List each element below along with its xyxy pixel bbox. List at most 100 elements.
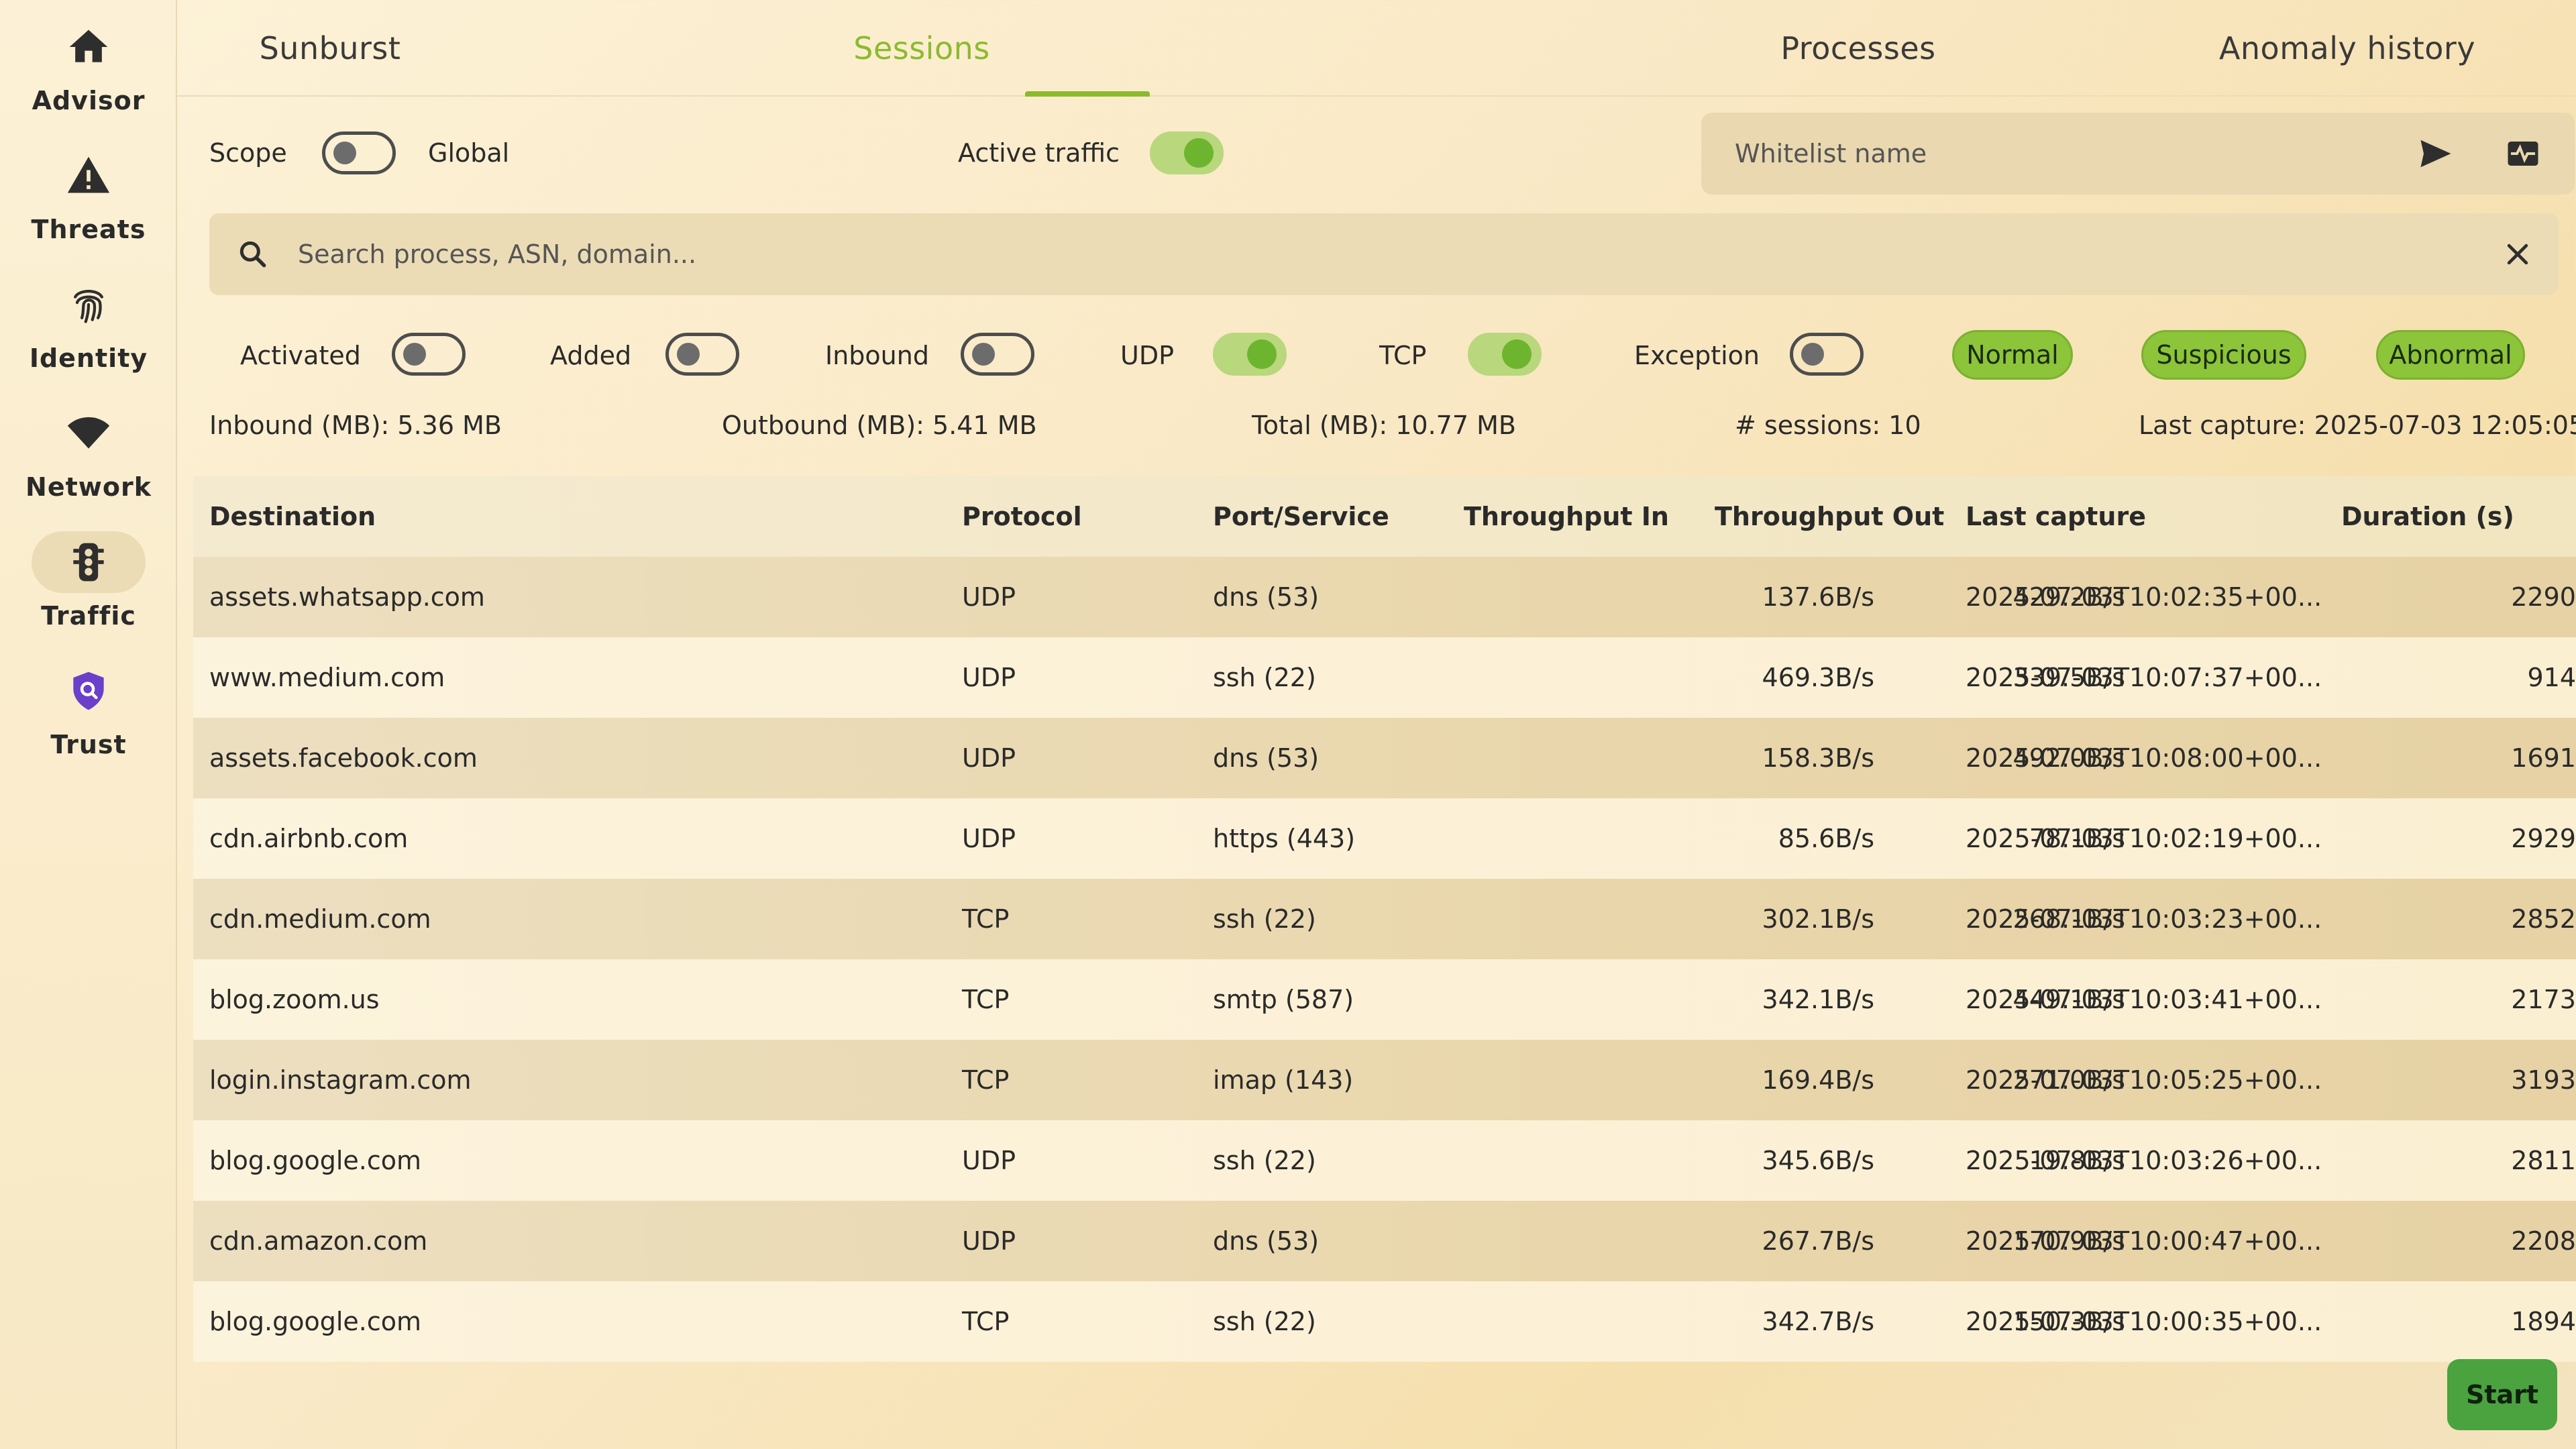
last-capture-stat: Last capture: 2025-07-03 12:05:05 <box>2139 411 2576 440</box>
column-header-throughput-out[interactable]: Throughput Out <box>1715 476 1944 557</box>
sidebar-item-traffic[interactable]: Traffic <box>0 531 177 645</box>
column-header-protocol[interactable]: Protocol <box>962 476 1082 557</box>
column-header-throughput-in[interactable]: Throughput In <box>1464 476 1669 557</box>
port-cell: smtp (587) <box>1213 985 1354 1014</box>
protocol-cell: TCP <box>962 904 1010 934</box>
throughput-in-cell: 342.7B/s <box>1762 1307 1874 1336</box>
port-cell: dns (53) <box>1213 743 1320 773</box>
send-icon[interactable] <box>2412 131 2459 176</box>
duration-cell: 1894 <box>2511 1307 2576 1336</box>
duration-cell: 2173 <box>2511 985 2576 1014</box>
duration-cell: 2290 <box>2511 582 2576 612</box>
sidebar-item-trust[interactable]: Trust <box>0 660 177 774</box>
added-filter-label: Added <box>550 341 632 370</box>
sidebar-item-advisor[interactable]: Advisor <box>0 16 177 130</box>
port-cell: ssh (22) <box>1213 1307 1316 1336</box>
activated-toggle[interactable] <box>392 333 466 376</box>
search-input[interactable] <box>298 213 2377 295</box>
clear-search-icon[interactable] <box>2497 233 2538 275</box>
tab-processes[interactable]: Processes <box>1597 0 2120 97</box>
scope-toggle[interactable] <box>322 131 396 174</box>
whitelist-field <box>1701 113 2575 195</box>
sessions-table: Destination Protocol Port/Service Throug… <box>193 476 2576 1362</box>
table-row[interactable]: cdn.amazon.com UDP dns (53) 267.7B/s 170.9B/… <box>193 1201 2576 1281</box>
added-toggle[interactable] <box>665 333 739 376</box>
table-row[interactable]: cdn.medium.com TCP ssh (22) 302.1B/s 268.1B/… <box>193 879 2576 959</box>
throughput-in-cell: 137.6B/s <box>1762 582 1874 612</box>
last-capture-cell: 2025-07-03T10:02:35+00... <box>1966 582 2322 612</box>
toggle-knob <box>403 343 426 366</box>
last-capture-cell: 2025-07-03T10:03:26+00... <box>1966 1146 2322 1175</box>
whitelist-name-input[interactable] <box>1735 113 2406 195</box>
session-count-stat: # sessions: 10 <box>1735 411 1921 440</box>
table-row[interactable]: assets.facebook.com UDP dns (53) 158.3B/s 49… <box>193 718 2576 798</box>
protocol-cell: UDP <box>962 824 1016 853</box>
destination-cell: www.medium.com <box>209 663 445 692</box>
active-traffic-label: Active traffic <box>958 138 1120 168</box>
outbound-stat: Outbound (MB): 5.41 MB <box>722 411 1037 440</box>
sidebar-item-label: Advisor <box>32 86 146 115</box>
throughput-in-cell: 169.4B/s <box>1762 1065 1874 1095</box>
sidebar-item-identity[interactable]: Identity <box>0 274 177 388</box>
active-tab-indicator <box>1025 91 1150 97</box>
protocol-cell: UDP <box>962 663 1016 692</box>
table-row[interactable]: assets.whatsapp.com UDP dns (53) 137.6B/s 42… <box>193 557 2576 637</box>
last-capture-cell: 2025-07-03T10:00:47+00... <box>1966 1226 2322 1256</box>
toggle-knob <box>677 343 700 366</box>
tab-sessions[interactable]: Sessions <box>781 0 1063 97</box>
destination-cell: assets.facebook.com <box>209 743 478 773</box>
table-row[interactable]: cdn.airbnb.com UDP https (443) 85.6B/s 78.1B… <box>193 798 2576 879</box>
toggle-knob <box>1801 343 1824 366</box>
scope-value-label: Global <box>428 138 510 168</box>
tab-sunburst[interactable]: Sunburst <box>177 0 483 97</box>
column-header-destination[interactable]: Destination <box>209 476 376 557</box>
last-capture-cell: 2025-07-03T10:03:23+00... <box>1966 904 2322 934</box>
inbound-stat: Inbound (MB): 5.36 MB <box>209 411 502 440</box>
search-icon <box>232 233 274 275</box>
table-row[interactable]: www.medium.com UDP ssh (22) 469.3B/s 339.5B/… <box>193 637 2576 718</box>
normal-filter-button[interactable]: Normal <box>1952 330 2073 380</box>
udp-toggle[interactable] <box>1213 333 1287 376</box>
tcp-toggle[interactable] <box>1468 333 1542 376</box>
udp-filter-label: UDP <box>1120 341 1174 370</box>
duration-cell: 2811 <box>2511 1146 2576 1175</box>
destination-cell: blog.google.com <box>209 1146 422 1175</box>
port-cell: imap (143) <box>1213 1065 1354 1095</box>
tab-anomaly-history[interactable]: Anomaly history <box>2136 0 2559 97</box>
protocol-cell: UDP <box>962 582 1016 612</box>
toggle-knob <box>1502 339 1532 369</box>
protocol-cell: UDP <box>962 743 1016 773</box>
monitor-icon[interactable] <box>2500 131 2546 176</box>
inbound-filter-label: Inbound <box>825 341 929 370</box>
exception-toggle[interactable] <box>1790 333 1864 376</box>
sidebar-item-label: Network <box>25 472 152 502</box>
table-row[interactable]: login.instagram.com TCP imap (143) 169.4B/s… <box>193 1040 2576 1120</box>
sidebar-item-network[interactable]: Network <box>0 402 177 517</box>
throughput-in-cell: 302.1B/s <box>1762 904 1874 934</box>
table-row[interactable]: blog.google.com UDP ssh (22) 345.6B/s 19.8B/… <box>193 1120 2576 1201</box>
sidebar-item-threats[interactable]: Threats <box>0 145 177 259</box>
port-cell: dns (53) <box>1213 1226 1320 1256</box>
inbound-toggle[interactable] <box>961 333 1034 376</box>
activated-filter-label: Activated <box>240 341 361 370</box>
abnormal-filter-button[interactable]: Abnormal <box>2376 330 2525 380</box>
home-icon <box>32 16 146 78</box>
table-row[interactable]: blog.zoom.us TCP smtp (587) 342.1B/s 449.1B/… <box>193 959 2576 1040</box>
active-traffic-toggle[interactable] <box>1150 131 1224 174</box>
last-capture-cell: 2025-07-03T10:07:37+00... <box>1966 663 2322 692</box>
suspicious-filter-button[interactable]: Suspicious <box>2141 330 2306 380</box>
table-row[interactable]: blog.google.com TCP ssh (22) 342.7B/s 150.3B… <box>193 1281 2576 1362</box>
last-capture-cell: 2025-07-03T10:08:00+00... <box>1966 743 2322 773</box>
destination-cell: cdn.amazon.com <box>209 1226 428 1256</box>
column-header-port[interactable]: Port/Service <box>1213 476 1389 557</box>
protocol-cell: UDP <box>962 1146 1016 1175</box>
duration-cell: 2852 <box>2511 904 2576 934</box>
duration-cell: 2929 <box>2511 824 2576 853</box>
toggle-knob <box>972 343 995 366</box>
wifi-icon <box>32 402 146 464</box>
duration-cell: 914 <box>2527 663 2576 692</box>
total-stat: Total (MB): 10.77 MB <box>1252 411 1516 440</box>
column-header-last-capture[interactable]: Last capture <box>1966 476 2146 557</box>
column-header-duration[interactable]: Duration (s) <box>2341 476 2514 557</box>
start-button[interactable]: Start <box>2447 1359 2557 1430</box>
